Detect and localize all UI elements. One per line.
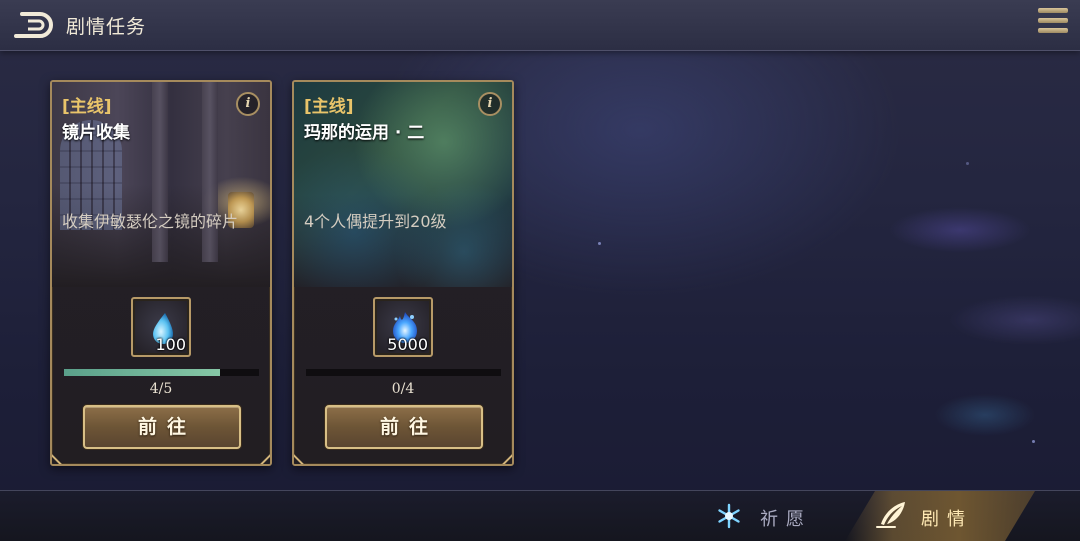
snowflake-icon bbox=[718, 503, 740, 529]
progress-bar bbox=[64, 369, 259, 376]
page-title: 剧情任务 bbox=[66, 16, 147, 38]
top-bar: 剧情任务 bbox=[0, 0, 1080, 51]
progress-text: 0/4 bbox=[391, 381, 415, 397]
quest-description: 收集伊敏瑟伦之镜的碎片 bbox=[62, 212, 239, 231]
quest-description: 4个人偶提升到20级 bbox=[304, 212, 447, 231]
tab-story-label: 剧情 bbox=[921, 509, 973, 530]
quest-title: 镜片收集 bbox=[62, 123, 130, 143]
info-icon[interactable]: i bbox=[478, 92, 502, 116]
hamburger-menu-icon bbox=[1038, 8, 1068, 13]
reward-count: 5000 bbox=[387, 335, 428, 354]
pillar-art bbox=[202, 82, 218, 262]
quest-tag: [主线] bbox=[304, 97, 354, 117]
reward-slot[interactable]: 5000 bbox=[373, 297, 433, 357]
progress-bar bbox=[306, 369, 501, 376]
go-button[interactable]: 前往 bbox=[83, 405, 241, 449]
tab-wish-label: 祈愿 bbox=[760, 509, 812, 530]
info-icon[interactable]: i bbox=[236, 92, 260, 116]
tab-story[interactable]: 剧情 bbox=[845, 491, 1035, 541]
progress-text: 4/5 bbox=[149, 381, 173, 397]
hamburger-menu-icon-bar bbox=[1038, 18, 1068, 23]
bottom-nav: 祈愿 剧情 bbox=[0, 490, 1080, 541]
menu-button[interactable] bbox=[1038, 8, 1068, 36]
pillar-art bbox=[152, 82, 168, 262]
quill-icon bbox=[876, 502, 905, 528]
tab-wish[interactable]: 祈愿 bbox=[712, 491, 832, 541]
back-button[interactable] bbox=[14, 11, 54, 39]
hamburger-menu-icon-bar bbox=[1038, 28, 1068, 33]
background-sparkle bbox=[598, 242, 601, 245]
back-arrow-icon bbox=[14, 12, 53, 38]
reward-count: 100 bbox=[155, 335, 186, 354]
quest-card: [主线] 镜片收集 i 收集伊敏瑟伦之镜的碎片 100 4/5 前往 bbox=[50, 80, 272, 466]
quest-card: [主线] 玛那的运用 · 二 i 4个人偶提升到20级 5000 0/4 前往 bbox=[292, 80, 514, 466]
progress-fill bbox=[64, 369, 220, 376]
quest-title: 玛那的运用 · 二 bbox=[304, 123, 425, 143]
reward-slot[interactable]: 100 bbox=[131, 297, 191, 357]
background-sparkle bbox=[966, 162, 969, 165]
quest-tag: [主线] bbox=[62, 97, 112, 117]
go-button[interactable]: 前往 bbox=[325, 405, 483, 449]
background-sparkle bbox=[1032, 440, 1035, 443]
